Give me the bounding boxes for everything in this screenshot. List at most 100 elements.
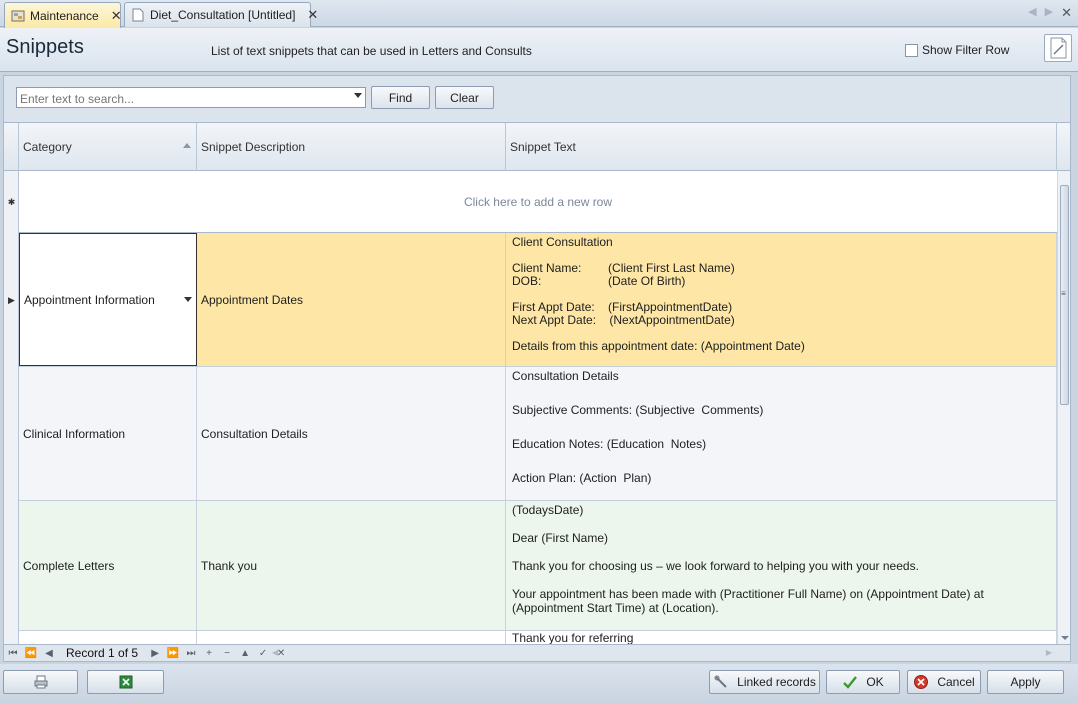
add-record-icon[interactable]: + (200, 648, 218, 659)
snippet-text-cell[interactable]: Client Consultation Client Name: (Client… (506, 233, 1057, 366)
save-record-icon[interactable]: ✓ (254, 648, 272, 659)
text-line: (TodaysDate) (512, 503, 584, 517)
category-cell[interactable] (19, 631, 197, 644)
scroll-down-icon[interactable] (1061, 636, 1069, 640)
category-cell[interactable]: Complete Letters (19, 501, 197, 630)
cell-value: Thank you (201, 558, 258, 573)
vertical-scrollbar[interactable]: ≡ (1057, 171, 1070, 644)
tab-label: Maintenance (30, 8, 99, 23)
first-record-icon[interactable]: ⏮ (4, 648, 22, 659)
cell-value: Appointment Information (24, 292, 155, 307)
text-line: Subjective Comments: (Subjective Comment… (512, 402, 764, 417)
column-label: Category (23, 140, 72, 154)
cell-value: Appointment Dates (201, 292, 304, 307)
text-line (512, 416, 1050, 427)
export-excel-button[interactable] (87, 670, 164, 694)
text-line: DOB: (Date Of Birth) (512, 274, 686, 288)
text-line (512, 382, 1050, 393)
tab-maintenance[interactable]: Maintenance ✕ (4, 2, 122, 28)
scroll-left-icon[interactable]: ◀ (272, 648, 278, 657)
column-label: Snippet Description (201, 140, 306, 154)
close-all-icon[interactable]: ✕ (1061, 5, 1072, 21)
previous-record-icon[interactable]: ◀ (40, 648, 58, 659)
text-line: Your appointment has been made with (Pra… (512, 587, 984, 601)
grid-header: Category Snippet Description Snippet Tex… (4, 123, 1070, 171)
column-header-description[interactable]: Snippet Description (197, 123, 506, 171)
search-bar: Find Clear (3, 75, 1071, 122)
table-row[interactable]: Complete Letters Thank you (TodaysDate) … (19, 501, 1057, 631)
scroll-right-icon[interactable]: ▶ (1046, 648, 1052, 657)
horizontal-scrollbar[interactable]: ◀ ▶ (272, 648, 1052, 659)
note-icon[interactable] (1044, 34, 1072, 62)
close-icon[interactable]: ✕ (111, 8, 122, 24)
current-row-indicator-icon: ▶ (8, 294, 15, 305)
record-position: Record 1 of 5 (66, 646, 139, 660)
table-row[interactable]: Appointment Information Appointment Date… (19, 233, 1057, 367)
snippet-text-cell[interactable]: Consultation Details Subjective Comments… (506, 367, 1057, 500)
checkbox-label: Show Filter Row (922, 43, 1010, 57)
snippets-grid: Category Snippet Description Snippet Tex… (3, 122, 1071, 645)
print-button[interactable] (3, 670, 78, 694)
checkmark-icon (842, 674, 858, 690)
snippet-text-cell[interactable]: (TodaysDate) Dear (First Name) Thank you… (506, 501, 1057, 630)
previous-page-icon[interactable]: ⏪ (22, 648, 40, 659)
sort-ascending-icon (183, 143, 191, 148)
column-header-text[interactable]: Snippet Text (506, 123, 1057, 171)
text-line: Next Appt Date: (NextAppointmentDate) (512, 313, 735, 327)
next-page-icon[interactable]: ⏩ (164, 648, 182, 659)
clear-button[interactable]: Clear (435, 86, 494, 109)
page-title: Snippets (6, 36, 84, 58)
description-cell[interactable]: Thank you (197, 501, 506, 630)
tab-strip: Maintenance ✕ Diet_Consultation [Untitle… (0, 0, 1078, 28)
search-input[interactable] (16, 87, 366, 108)
show-filter-row-checkbox[interactable]: Show Filter Row (905, 43, 1009, 57)
text-line (512, 517, 1050, 531)
text-line (512, 545, 1050, 559)
ok-button[interactable]: OK (826, 670, 900, 694)
cancel-button[interactable]: Cancel (907, 670, 981, 694)
new-row-indicator-icon: ✱ (7, 196, 16, 207)
description-cell[interactable] (197, 631, 506, 644)
category-cell[interactable]: Clinical Information (19, 367, 197, 500)
tab-diet-consultation[interactable]: Diet_Consultation [Untitled] ✕ (124, 2, 318, 27)
excel-icon (118, 674, 134, 690)
scroll-right-icon[interactable]: ▶ (1045, 5, 1053, 21)
printer-icon (33, 674, 49, 690)
text-line: Details from this appointment date: (App… (512, 339, 805, 353)
category-cell[interactable]: Appointment Information (19, 233, 197, 366)
find-button[interactable]: Find (371, 86, 430, 109)
scroll-left-icon[interactable]: ◀ (1028, 5, 1036, 21)
cell-value: Consultation Details (201, 426, 308, 441)
description-cell[interactable]: Appointment Dates (197, 233, 506, 366)
grip-icon: ≡ (1061, 289, 1066, 298)
cell-value: Clinical Information (23, 426, 126, 441)
description-cell[interactable]: Consultation Details (197, 367, 506, 500)
new-row[interactable]: Click here to add a new row (19, 171, 1057, 233)
bottom-bar: Linked records OK Cancel Apply (0, 664, 1078, 703)
new-row-label: Click here to add a new row (463, 194, 613, 209)
text-line (512, 450, 1050, 461)
linked-records-button[interactable]: Linked records (709, 670, 820, 694)
snippet-text-cell[interactable]: Thank you for referring (506, 631, 1057, 644)
button-label: Apply (1010, 675, 1041, 689)
button-label: OK (866, 675, 884, 689)
text-line: Action Plan: (Action Plan) (512, 470, 652, 485)
page-subtitle: List of text snippets that can be used i… (211, 44, 532, 58)
last-record-icon[interactable]: ⏭ (182, 648, 200, 659)
text-line: Consultation Details (512, 369, 619, 383)
apply-button[interactable]: Apply (987, 670, 1064, 694)
column-header-category[interactable]: Category (19, 123, 197, 171)
delete-record-icon[interactable]: − (218, 648, 236, 659)
chevron-down-icon[interactable] (184, 297, 192, 302)
chevron-down-icon[interactable] (354, 93, 362, 98)
checkbox-box[interactable] (905, 43, 918, 57)
edit-record-icon[interactable]: ▲ (236, 648, 254, 659)
button-label: Linked records (737, 675, 816, 689)
column-label: Snippet Text (510, 140, 576, 154)
table-row[interactable]: Thank you for referring (19, 631, 1057, 644)
table-row[interactable]: Clinical Information Consultation Detail… (19, 367, 1057, 501)
next-record-icon[interactable]: ▶ (146, 648, 164, 659)
close-icon[interactable]: ✕ (307, 7, 318, 23)
record-navigator: ⏮ ⏪ ◀ Record 1 of 5 ▶ ⏩ ⏭ + − ▲ ✓ ✕ ◀ ▶ (3, 644, 1071, 662)
document-icon (131, 8, 145, 22)
